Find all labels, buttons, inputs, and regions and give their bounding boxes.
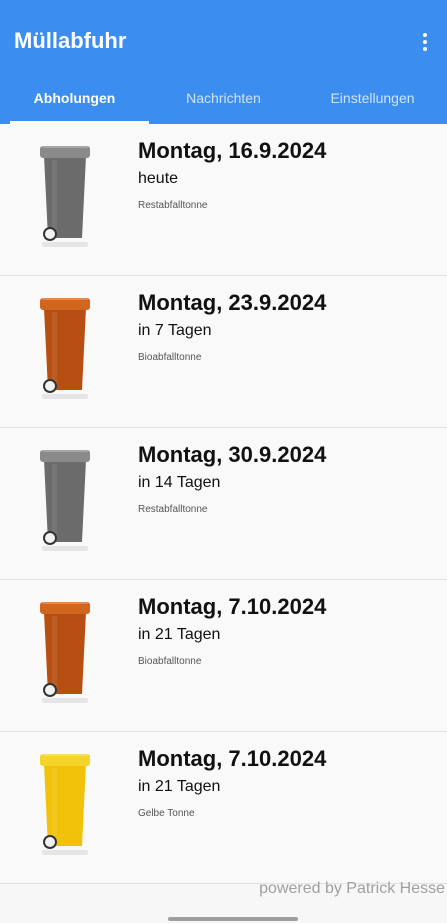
pickup-relative-time: heute (138, 170, 179, 187)
bin-wheel (43, 531, 57, 545)
pickup-date: Montag, 30.9.2024 (138, 442, 327, 467)
pickup-item[interactable]: Montag, 7.10.2024 in 21 Tagen Gelbe Tonn… (0, 732, 447, 884)
bin-body-highlight (52, 312, 57, 386)
bin-body (44, 764, 86, 846)
bin-wheel (43, 379, 57, 393)
bin-body (44, 460, 86, 542)
app-title: Müllabfuhr (14, 28, 127, 53)
bin-body-highlight (52, 768, 57, 842)
bin-wheel (43, 227, 57, 241)
waste-bin-icon (40, 448, 90, 551)
bin-body (44, 308, 86, 390)
tab-abholungen[interactable]: Abholungen (0, 72, 149, 124)
bin-type-label: Bioabfalltonne (138, 656, 202, 667)
pickup-relative-time: in 7 Tagen (138, 322, 212, 339)
bin-body (44, 156, 86, 238)
powered-by-text: powered by Patrick Hesse (259, 880, 445, 897)
waste-bin-icon (40, 752, 90, 855)
pickup-relative-time: in 14 Tagen (138, 474, 221, 491)
bin-type-label: Gelbe Tonne (138, 808, 195, 819)
pickup-relative-time: in 21 Tagen (138, 626, 221, 643)
app-bar: Müllabfuhr Abholungen Nachrichten Einste… (0, 0, 447, 124)
waste-bin-icon (40, 144, 90, 247)
bin-lid-highlight (42, 448, 88, 452)
tab-bar: Abholungen Nachrichten Einstellungen (0, 72, 447, 124)
pickup-date: Montag, 16.9.2024 (138, 138, 327, 163)
bin-lid-highlight (42, 752, 88, 756)
bin-type-label: Restabfalltonne (138, 504, 208, 515)
bin-shadow (42, 242, 88, 247)
overflow-menu-icon[interactable] (415, 30, 435, 54)
pickup-item[interactable]: Montag, 7.10.2024 in 21 Tagen Bioabfallt… (0, 580, 447, 732)
bin-lid-highlight (42, 296, 88, 300)
pickup-item[interactable]: Montag, 16.9.2024 heute Restabfalltonne (0, 124, 447, 276)
bin-type-label: Restabfalltonne (138, 200, 208, 211)
bin-wheel (43, 683, 57, 697)
home-indicator[interactable] (168, 917, 298, 921)
tab-nachrichten[interactable]: Nachrichten (149, 72, 298, 124)
tab-einstellungen[interactable]: Einstellungen (298, 72, 447, 124)
bin-body-highlight (52, 616, 57, 690)
bin-shadow (42, 698, 88, 703)
bin-body-highlight (52, 160, 57, 234)
bin-type-label: Bioabfalltonne (138, 352, 202, 363)
waste-bin-icon (40, 296, 90, 399)
pickup-list: Montag, 16.9.2024 heute Restabfalltonne … (0, 124, 447, 884)
bin-body (44, 612, 86, 694)
pickup-date: Montag, 7.10.2024 (138, 746, 327, 771)
bin-shadow (42, 394, 88, 399)
footer: powered by Patrick Hesse (0, 878, 447, 908)
waste-bin-icon (40, 600, 90, 703)
bin-lid-highlight (42, 144, 88, 148)
pickup-item[interactable]: Montag, 23.9.2024 in 7 Tagen Bioabfallto… (0, 276, 447, 428)
bin-shadow (42, 546, 88, 551)
pickup-relative-time: in 21 Tagen (138, 778, 221, 795)
bin-shadow (42, 850, 88, 855)
pickup-date: Montag, 7.10.2024 (138, 594, 327, 619)
bin-lid-highlight (42, 600, 88, 604)
pickup-item[interactable]: Montag, 30.9.2024 in 14 Tagen Restabfall… (0, 428, 447, 580)
bin-body-highlight (52, 464, 57, 538)
pickup-date: Montag, 23.9.2024 (138, 290, 327, 315)
bin-wheel (43, 835, 57, 849)
